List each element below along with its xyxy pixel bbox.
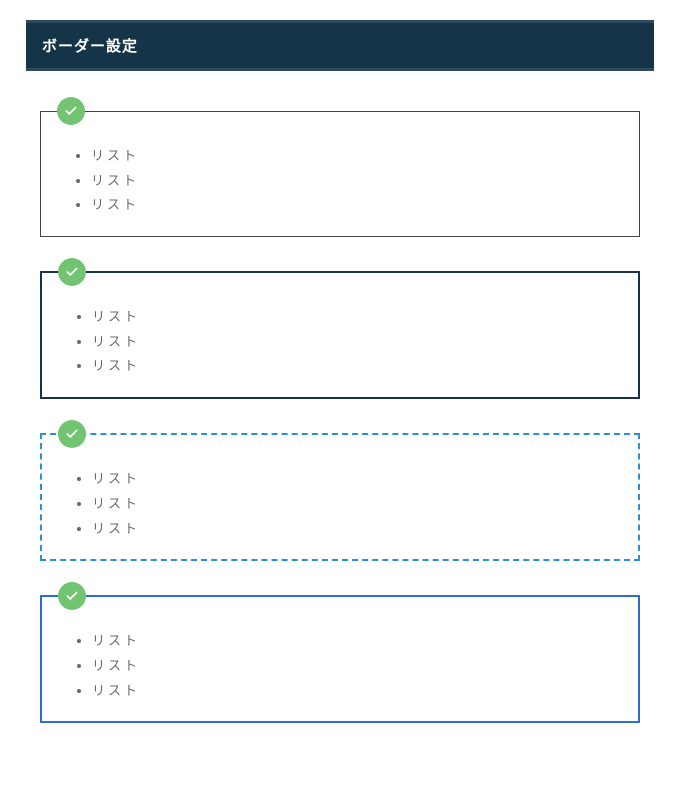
list-item: リスト xyxy=(92,517,612,542)
list-item: リスト xyxy=(92,629,612,654)
list-item: リスト xyxy=(91,144,613,169)
border-box-blue: リスト リスト リスト xyxy=(40,595,640,723)
list-item: リスト xyxy=(92,467,612,492)
item-list: リスト リスト リスト xyxy=(67,144,613,218)
list-item: リスト xyxy=(91,169,613,194)
list-item: リスト xyxy=(92,654,612,679)
page: ボーダー設定 リスト リスト リスト リスト リスト リスト xyxy=(0,0,680,787)
check-icon xyxy=(58,582,86,610)
item-list: リスト リスト リスト xyxy=(68,467,612,541)
check-icon xyxy=(58,420,86,448)
border-box-dashed: リスト リスト リスト xyxy=(40,433,640,561)
box-container: リスト リスト リスト リスト リスト リスト リスト リスト リスト xyxy=(26,111,654,723)
border-box-thin: リスト リスト リスト xyxy=(40,111,640,237)
check-icon xyxy=(58,258,86,286)
list-item: リスト xyxy=(92,679,612,704)
page-title: ボーダー設定 xyxy=(26,20,654,71)
list-item: リスト xyxy=(92,354,612,379)
list-item: リスト xyxy=(92,305,612,330)
check-icon xyxy=(57,97,85,125)
list-item: リスト xyxy=(91,193,613,218)
list-item: リスト xyxy=(92,330,612,355)
item-list: リスト リスト リスト xyxy=(68,629,612,703)
item-list: リスト リスト リスト xyxy=(68,305,612,379)
border-box-thick: リスト リスト リスト xyxy=(40,271,640,399)
list-item: リスト xyxy=(92,492,612,517)
